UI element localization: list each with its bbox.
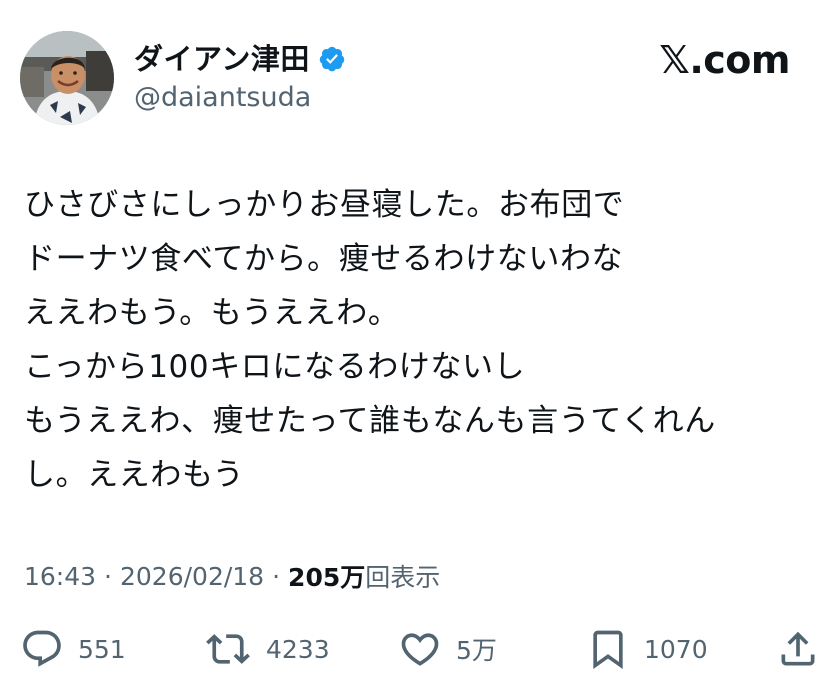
tweet-date[interactable]: 2026/02/18 (120, 562, 264, 591)
reply-button[interactable]: 551 (20, 624, 126, 674)
tweet-time[interactable]: 16:43 (24, 562, 96, 591)
share-button[interactable] (776, 624, 820, 674)
repost-icon (206, 634, 250, 664)
site-label: 𝕏.com (659, 38, 790, 82)
avatar-photo (20, 31, 114, 125)
repost-button[interactable]: 4233 (204, 624, 330, 674)
tweet-text: ひさびさにしっかりお昼寝した。お布団で ドーナツ食べてから。痩せるわけないわな … (24, 178, 814, 502)
views-label: 回表示 (365, 563, 441, 592)
views-count: 205万 (288, 563, 366, 592)
tweet-line: ドーナツ食べてから。痩せるわけないわな (24, 241, 624, 277)
share-icon (781, 631, 815, 666)
action-bar: 551 4233 5万 1070 (0, 624, 840, 674)
tweet-line: し。ええわもう (24, 457, 245, 493)
avatar[interactable] (20, 31, 114, 125)
tweet-line: こっから100キロになるわけないし (24, 349, 526, 385)
like-count: 5万 (456, 636, 497, 665)
reply-count: 551 (78, 634, 126, 664)
author-handle[interactable]: @daiantsuda (134, 81, 311, 115)
tweet-line: ひさびさにしっかりお昼寝した。お布団で (24, 187, 625, 223)
repost-count: 4233 (266, 634, 330, 664)
bookmark-button[interactable]: 1070 (586, 624, 708, 674)
heart-icon (401, 633, 439, 666)
like-button[interactable]: 5万 (398, 624, 497, 674)
tweet-line: ええわもう。もうええわ。 (24, 295, 400, 331)
bookmark-count: 1070 (644, 634, 708, 664)
verified-badge-icon (319, 46, 345, 72)
reply-icon (23, 630, 61, 667)
meta-separator: · (272, 561, 281, 591)
author-name-row[interactable]: ダイアン津田 (134, 40, 346, 78)
display-name[interactable]: ダイアン津田 (134, 40, 310, 78)
tweet-line: もうええわ、痩せたって誰もなんも言うてくれん (24, 403, 716, 439)
tweet-meta: 16:43 · 2026/02/18 · 205万 回表示 (24, 556, 440, 596)
bookmark-icon (593, 630, 623, 670)
meta-separator: · (104, 561, 112, 591)
